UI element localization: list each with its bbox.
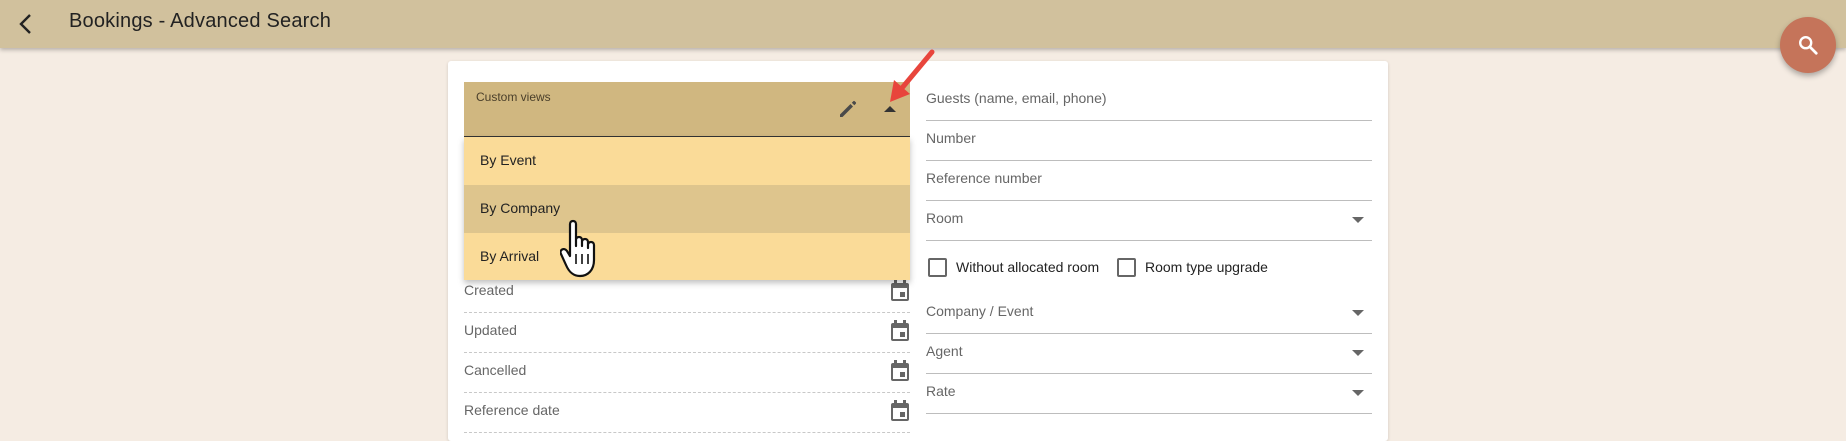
number-label: Number xyxy=(926,130,976,146)
dropdown-caret-icon xyxy=(1352,310,1364,316)
pencil-icon[interactable] xyxy=(836,97,860,121)
without-allocated-room-label: Without allocated room xyxy=(956,259,1100,275)
search-icon xyxy=(1799,36,1818,55)
dropdown-caret-icon xyxy=(1352,217,1364,223)
app-bar: Bookings - Advanced Search xyxy=(0,0,1846,48)
updated-date-field[interactable]: Updated xyxy=(464,312,910,353)
reference-number-input[interactable]: Reference number xyxy=(926,160,1372,201)
company-event-label: Company / Event xyxy=(926,303,1034,319)
dropdown-collapse-icon[interactable] xyxy=(884,106,896,112)
room-type-upgrade-checkbox[interactable]: Room type upgrade xyxy=(1117,256,1268,278)
calendar-icon[interactable] xyxy=(890,320,910,342)
page-title: Bookings - Advanced Search xyxy=(69,10,332,32)
company-event-select[interactable]: Company / Event xyxy=(926,293,1372,334)
menu-item-by-arrival[interactable]: By Arrival xyxy=(464,233,910,281)
calendar-icon[interactable] xyxy=(890,400,910,422)
search-button[interactable] xyxy=(1780,17,1836,73)
menu-item-label: By Arrival xyxy=(480,248,540,264)
guests-input[interactable]: Guests (name, email, phone) xyxy=(926,80,1372,121)
without-allocated-room-checkbox[interactable]: Without allocated room xyxy=(928,256,1099,278)
cancelled-date-field[interactable]: Cancelled xyxy=(464,352,910,393)
guests-label: Guests (name, email, phone) xyxy=(926,90,1107,106)
menu-item-label: By Company xyxy=(480,200,561,216)
reference-date-field[interactable]: Reference date xyxy=(464,392,910,433)
calendar-icon[interactable] xyxy=(890,360,910,382)
custom-views-select[interactable]: Custom views xyxy=(464,82,910,138)
cancelled-label: Cancelled xyxy=(464,362,527,378)
dropdown-caret-icon xyxy=(1352,350,1364,356)
reference-number-label: Reference number xyxy=(926,170,1042,186)
room-label: Room xyxy=(926,210,964,226)
agent-label: Agent xyxy=(926,343,963,359)
room-select[interactable]: Room xyxy=(926,200,1372,241)
created-label: Created xyxy=(464,282,514,298)
calendar-icon[interactable] xyxy=(890,280,910,302)
menu-item-label: By Event xyxy=(480,152,537,168)
custom-views-label: Custom views xyxy=(476,90,551,104)
back-button[interactable] xyxy=(10,8,42,40)
chevron-left-icon xyxy=(19,14,31,34)
rate-select[interactable]: Rate xyxy=(926,373,1372,414)
custom-views-menu: By Event By Company By Arrival xyxy=(464,137,910,280)
room-type-upgrade-label: Room type upgrade xyxy=(1145,259,1268,275)
agent-select[interactable]: Agent xyxy=(926,333,1372,374)
reference-date-label: Reference date xyxy=(464,402,560,418)
menu-item-by-event[interactable]: By Event xyxy=(464,137,910,185)
number-input[interactable]: Number xyxy=(926,120,1372,161)
rate-label: Rate xyxy=(926,383,956,399)
updated-label: Updated xyxy=(464,322,517,338)
dropdown-caret-icon xyxy=(1352,390,1364,396)
menu-item-by-company[interactable]: By Company xyxy=(464,185,910,233)
checkbox-box[interactable] xyxy=(928,257,947,277)
checkbox-box[interactable] xyxy=(1117,257,1136,277)
